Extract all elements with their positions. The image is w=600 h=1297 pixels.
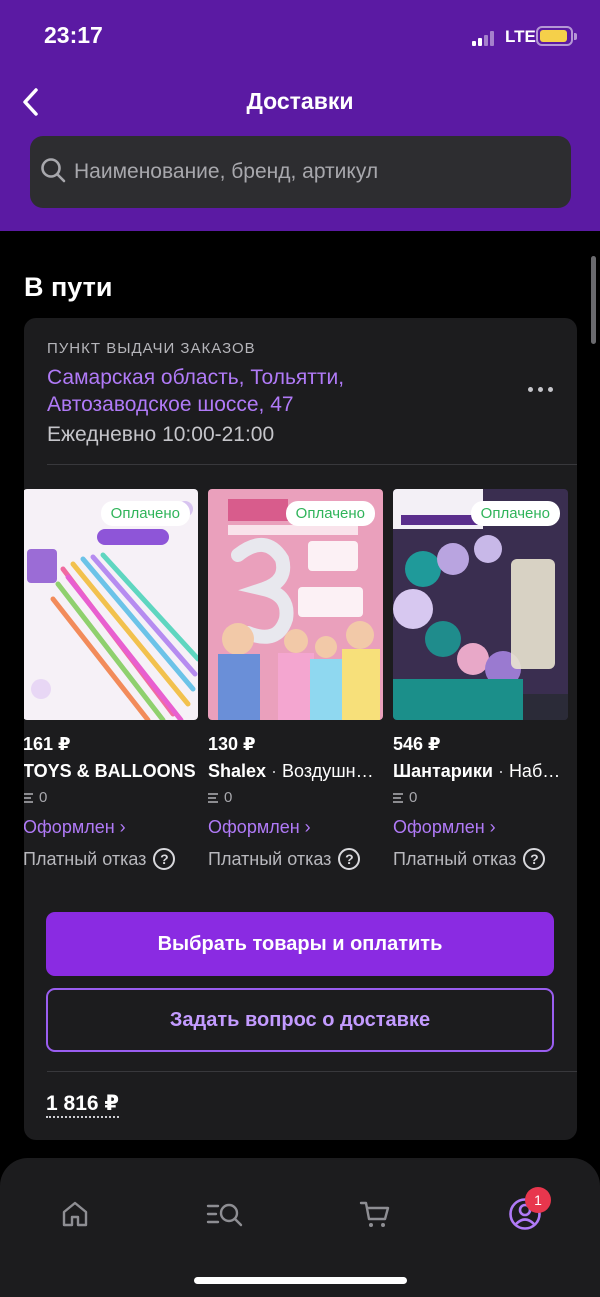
paid-refusal-label: Платный отказ	[208, 848, 332, 869]
order-status-link[interactable]: Оформлен ›	[24, 817, 126, 838]
list-icon	[393, 792, 403, 803]
product-list[interactable]: Оплачено 161 ₽ TOYS & BALLOONS 0 Оформле…	[24, 489, 577, 879]
product-image[interactable]: Оплачено	[24, 489, 198, 720]
paid-refusal[interactable]: Платный отказ ?	[24, 848, 176, 870]
paid-badge: Оплачено	[285, 501, 375, 526]
notification-badge: 1	[525, 1187, 551, 1213]
ask-delivery-question-button[interactable]: Задать вопрос о доставке	[46, 988, 554, 1052]
home-icon	[62, 1201, 88, 1227]
order-status-link[interactable]: Оформлен ›	[393, 817, 496, 838]
list-icon	[208, 792, 218, 803]
section-title: В пути	[24, 272, 113, 302]
signal-icon	[472, 30, 498, 46]
product-image[interactable]: Оплачено	[393, 489, 568, 720]
help-icon[interactable]: ?	[153, 848, 176, 870]
product-brand: Shalex	[208, 761, 267, 781]
list-icon	[24, 792, 33, 803]
pickup-hours: Ежедневно 10:00-21:00	[47, 423, 275, 446]
product-count: 0	[208, 789, 232, 806]
search-icon	[41, 158, 66, 183]
search-bar[interactable]	[30, 136, 571, 208]
product-brand: Шантарики	[393, 761, 493, 781]
select-and-pay-button[interactable]: Выбрать товары и оплатить	[46, 912, 554, 976]
paid-badge: Оплачено	[100, 501, 190, 526]
order-status-link[interactable]: Оформлен ›	[208, 817, 311, 838]
total-amount[interactable]: 1 816 ₽	[46, 1092, 119, 1118]
product-price: 130 ₽	[208, 734, 256, 754]
header: 23:17 LTE Доставки	[0, 0, 600, 231]
product-title[interactable]: TOYS & BALLOONS	[24, 761, 198, 782]
divider	[47, 1071, 577, 1072]
status-time: 23:17	[44, 22, 103, 48]
help-icon[interactable]: ?	[523, 848, 546, 870]
page-title: Доставки	[246, 88, 354, 114]
network-label: LTE	[505, 27, 536, 46]
more-options-button[interactable]	[520, 377, 560, 401]
product-count-value: 0	[224, 789, 233, 806]
product-title[interactable]: Shalex · Воздушные шары	[208, 761, 383, 782]
product-image[interactable]: Оплачено	[208, 489, 383, 720]
paid-refusal-label: Платный отказ	[24, 848, 147, 869]
cart-icon	[359, 1201, 390, 1227]
product-title[interactable]: Шантарики · Набор воздушных шаров	[393, 761, 568, 782]
home-indicator[interactable]	[194, 1277, 407, 1284]
divider	[47, 464, 577, 465]
status-bar: 23:17 LTE	[0, 0, 600, 70]
scrollbar[interactable]	[591, 256, 596, 344]
pickup-address[interactable]: Самарская область, Тольятти, Автозаводск…	[47, 364, 447, 418]
tab-cart[interactable]	[355, 1194, 395, 1234]
search-input[interactable]	[74, 136, 554, 208]
tab-catalog[interactable]	[205, 1194, 245, 1234]
paid-refusal[interactable]: Платный отказ ?	[393, 848, 546, 870]
paid-refusal-label: Платный отказ	[393, 848, 517, 869]
product-name: Воздушные шары	[282, 761, 383, 781]
product-count: 0	[24, 789, 47, 806]
paid-refusal[interactable]: Платный отказ ?	[208, 848, 361, 870]
product-price: 161 ₽	[24, 734, 71, 754]
product-count-value: 0	[409, 789, 418, 806]
product-count-value: 0	[39, 789, 48, 806]
delivery-card: ПУНКТ ВЫДАЧИ ЗАКАЗОВ Самарская область, …	[24, 318, 577, 1140]
help-icon[interactable]: ?	[338, 848, 361, 870]
tab-home[interactable]	[55, 1194, 95, 1234]
paid-badge: Оплачено	[470, 501, 560, 526]
product-name: Набор воздушных шаров	[508, 761, 568, 781]
product-brand: TOYS & BALLOONS	[24, 761, 196, 781]
product-price: 546 ₽	[393, 734, 441, 754]
product-count: 0	[393, 789, 417, 806]
battery-icon	[536, 26, 577, 46]
pickup-point-label: ПУНКТ ВЫДАЧИ ЗАКАЗОВ	[47, 340, 256, 357]
catalog-search-icon	[206, 1203, 243, 1227]
